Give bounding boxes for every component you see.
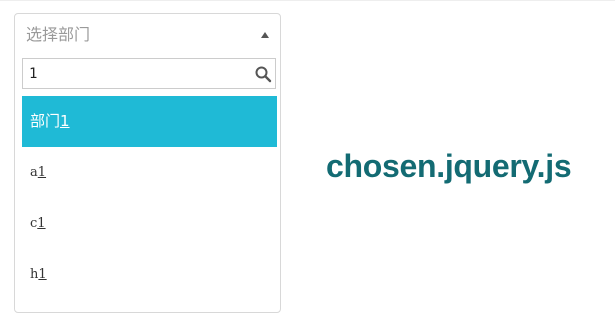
result-item-dept1[interactable]: 部门1 <box>22 96 277 147</box>
result-item-c1[interactable]: c1 <box>22 198 277 249</box>
triangle-up-icon <box>261 32 269 38</box>
result-item-a1[interactable]: a1 <box>22 147 277 198</box>
result-item-h1[interactable]: h1 <box>22 249 277 300</box>
result-match: 1 <box>60 112 70 130</box>
result-match: 1 <box>38 267 47 282</box>
result-match: 1 <box>37 165 47 180</box>
select-toggle[interactable]: 选择部门 <box>15 14 280 58</box>
result-prefix: a <box>30 165 38 180</box>
result-match: 1 <box>37 216 46 231</box>
department-select: 选择部门 部门1 a1 c1 h1 <box>14 13 281 313</box>
top-divider <box>0 0 615 1</box>
results-list: 部门1 a1 c1 h1 <box>22 96 277 300</box>
magnifier-icon[interactable] <box>254 65 272 83</box>
result-prefix: 部门 <box>30 112 61 130</box>
select-placeholder: 选择部门 <box>26 25 91 44</box>
search-box <box>22 58 276 89</box>
search-input[interactable] <box>23 59 251 88</box>
brand-title: chosen.jquery.js <box>326 148 572 184</box>
